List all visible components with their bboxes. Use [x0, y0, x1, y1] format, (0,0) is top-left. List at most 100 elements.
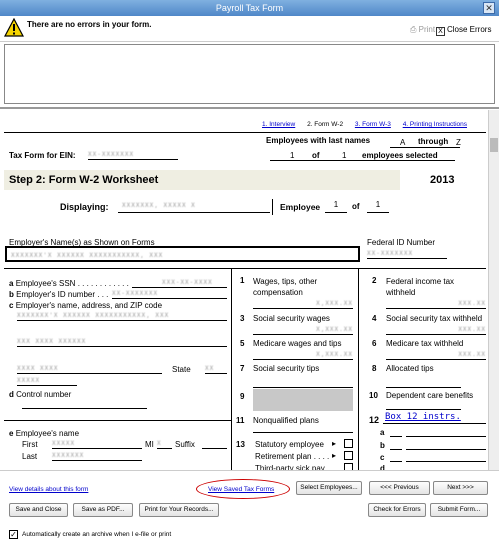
box12c-amount[interactable] [406, 452, 486, 462]
box11-field[interactable] [253, 424, 353, 433]
box3-label: Social security wages [253, 314, 330, 323]
tab-form-w2[interactable]: 2. Form W-2 [307, 121, 343, 128]
selection-to: Z [456, 138, 461, 147]
warning-icon [4, 18, 24, 37]
box1-field[interactable]: X,XXX.XX [253, 298, 353, 309]
box3-field[interactable]: X,XXX.XX [253, 324, 353, 335]
employee-index-field[interactable]: 1 [325, 200, 347, 213]
employer-id-value: XX-XXXXXXX [112, 290, 159, 297]
splitter[interactable] [0, 107, 499, 109]
box12c-code[interactable] [390, 452, 402, 462]
statutory-checkbox[interactable] [344, 439, 353, 448]
window-titlebar: Payroll Tax Form ✕ [0, 0, 499, 16]
employer-street-line: XXX XXXX XXXXXX [17, 336, 227, 347]
box4-field[interactable]: XXX.XX [386, 324, 486, 335]
view-details-link[interactable]: View details about this form [9, 486, 88, 493]
select-employees-button[interactable]: Select Employees... [296, 481, 362, 495]
mi-value: X [157, 440, 162, 447]
column-separator-1 [231, 268, 232, 470]
save-close-button[interactable]: Save and Close [9, 503, 68, 517]
box12a-code[interactable] [390, 427, 402, 437]
field-e-letter: e [9, 429, 14, 438]
archive-label: Automatically create an archive when I e… [22, 531, 172, 538]
save-pdf-button[interactable]: Save as PDF... [73, 503, 133, 517]
displaying-separator [272, 199, 273, 215]
field-a-dots: . . . . . . . . . . . . [77, 279, 129, 288]
close-errors-button[interactable]: X Close Errors [436, 25, 491, 36]
employee-index: 1 [333, 200, 339, 209]
box4-num: 4 [372, 314, 377, 323]
suffix-field[interactable] [202, 438, 227, 449]
box12a-amount[interactable] [406, 427, 486, 437]
box5-label: Medicare wages and tips [253, 339, 342, 348]
box12b-code[interactable] [390, 440, 402, 450]
print-label: Print [418, 25, 436, 34]
previous-button[interactable]: <<< Previous [369, 481, 430, 495]
box10-field[interactable] [386, 401, 461, 410]
tax-year: 2013 [430, 174, 455, 186]
tab-printing-instructions[interactable]: 4. Printing Instructions [403, 121, 467, 128]
view-saved-forms-link[interactable]: View Saved Tax Forms [208, 486, 274, 493]
box12b-amount[interactable] [406, 440, 486, 450]
employee-total-field: 1 [367, 200, 389, 213]
selection-from: A [400, 138, 406, 147]
box8-field[interactable] [386, 377, 461, 388]
employer-id-field: XX-XXXXXXX [112, 288, 227, 299]
print-records-button[interactable]: Print for Your Records... [139, 503, 219, 517]
selection-count: 1 [290, 151, 295, 160]
check-errors-button[interactable]: Check for Errors [368, 503, 426, 517]
employer-city: XXXX XXXX [17, 365, 59, 372]
mi-field[interactable]: X [157, 438, 172, 449]
field-b-label: Employer's ID number [16, 290, 96, 299]
federal-id-field: XX-XXXXXXX [367, 248, 447, 259]
scrollbar-thumb[interactable] [490, 138, 498, 152]
field-a-row: a Employee's SSN . . . . . . . . . . . . [9, 279, 129, 288]
box7-num: 7 [240, 364, 245, 373]
field-a-label: Employee's SSN [15, 279, 76, 288]
grid-top-rule [4, 268, 486, 269]
box5-field[interactable]: X,XXX.XX [253, 349, 353, 360]
selection-selected-label: employees selected [362, 151, 438, 160]
tab-form-w3[interactable]: 3. Form W-3 [355, 121, 391, 128]
next-button[interactable]: Next >>> [433, 481, 488, 495]
step-title: Step 2: Form W-2 Worksheet [9, 174, 159, 186]
field-c-label: Employer's name, address, and ZIP code [15, 301, 163, 310]
box12a-letter: a [380, 428, 385, 437]
third-party-checkbox[interactable] [344, 463, 353, 470]
displaying-label: Displaying: [60, 202, 109, 212]
field-d-letter: d [9, 390, 14, 399]
box6-value: XXX.XX [458, 351, 486, 358]
box3-num: 3 [240, 314, 245, 323]
box6-field[interactable]: XXX.XX [386, 349, 486, 360]
vertical-scrollbar[interactable] [488, 110, 499, 470]
print-button[interactable]: ⎙ Print [410, 25, 435, 35]
employee-ssn-value: XXX-XX-XXXX [162, 279, 213, 286]
statutory-arrow-icon: ▸ [332, 439, 337, 448]
tab-interview[interactable]: 1. Interview [262, 121, 295, 128]
archive-checkbox[interactable]: ✓ [9, 530, 18, 539]
box7-field[interactable] [253, 377, 353, 388]
ein-value: XX-XXXXXXX [88, 151, 135, 158]
selection-through-label: through [418, 137, 449, 146]
retirement-label: Retirement plan . . . . [255, 452, 330, 461]
window-close-icon[interactable]: ✕ [483, 2, 495, 14]
submit-form-button[interactable]: Submit Form... [430, 503, 488, 517]
first-name-label: First [22, 440, 38, 449]
employee-total: 1 [375, 200, 381, 209]
displaying-field[interactable]: XXXXXXX, XXXXX X [118, 200, 270, 213]
employee-ssn-field[interactable]: XXX-XX-XXXX [132, 277, 227, 288]
state-value: XX [205, 365, 215, 372]
box2-field[interactable]: XXX.XX [386, 298, 486, 309]
retirement-checkbox[interactable] [344, 451, 353, 460]
control-number-field[interactable] [22, 398, 147, 409]
error-list-panel[interactable] [4, 44, 495, 104]
last-name-field[interactable]: XXXXXXX [52, 450, 142, 461]
close-errors-label: Close Errors [447, 25, 492, 34]
field-b-dots: . . . [97, 290, 109, 299]
box9-num: 9 [240, 392, 245, 401]
first-name-field[interactable]: XXXXX [52, 438, 142, 449]
employer-name-value: XXXXXXX'X XXXXXX XXXXXXXXXXX, XXX [11, 252, 164, 259]
employer-name-field[interactable]: XXXXXXX'X XXXXXX XXXXXXXXXXX, XXX [5, 246, 360, 262]
box12-instructions-link[interactable]: Box 12 instrs. [385, 412, 461, 422]
retirement-arrow-icon: ▸ [332, 451, 337, 460]
